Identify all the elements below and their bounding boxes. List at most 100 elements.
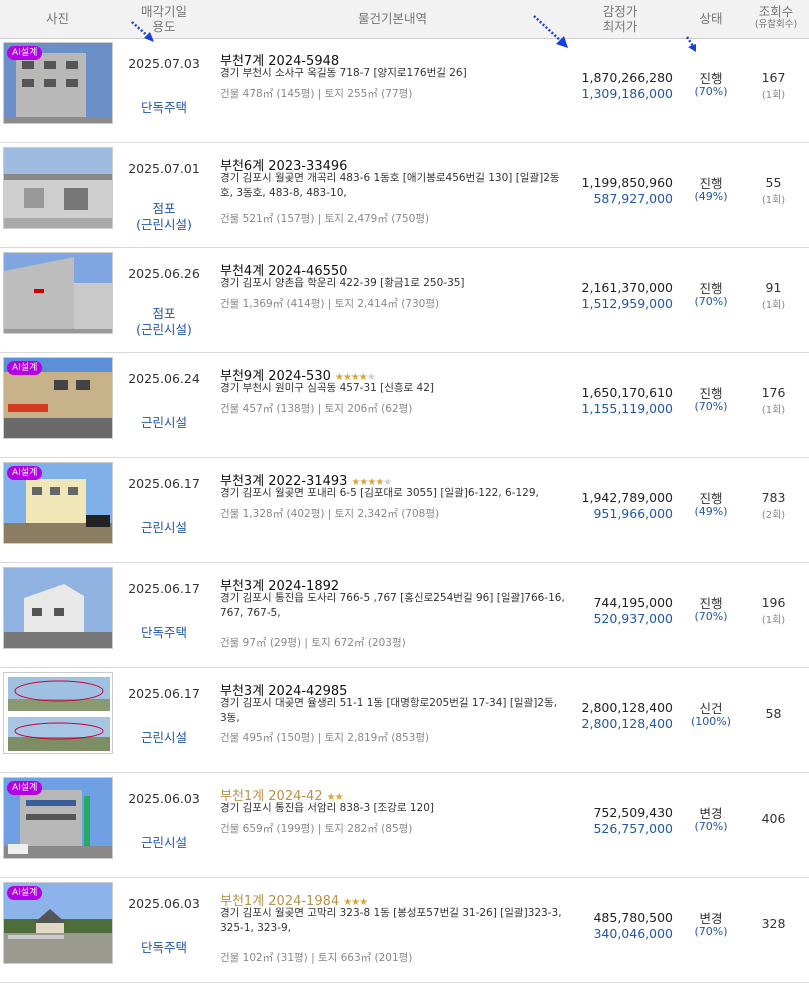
property-area: 건물 659㎡ (199평) | 토지 282㎡ (85평) <box>220 823 413 835</box>
minimum-price: 587,927,000 <box>593 191 673 206</box>
min-price-ratio: (100%) <box>690 715 732 728</box>
min-price-ratio: (49%) <box>694 505 728 518</box>
appraisal-price: 752,509,430 <box>593 805 673 820</box>
sale-date: 2025.06.24 <box>128 371 200 386</box>
property-photo[interactable] <box>3 672 113 754</box>
usage-label: 근린시설 <box>114 730 214 746</box>
view-count: 176 <box>761 385 786 400</box>
sale-date: 2025.07.01 <box>128 161 200 176</box>
usage-primary: 점포 <box>152 201 176 216</box>
ai-design-badge: AI설계 <box>7 46 43 60</box>
property-area: 건물 478㎡ (145평) | 토지 255㎡ (77평) <box>220 88 413 100</box>
sale-date: 2025.06.26 <box>128 266 200 281</box>
appraisal-price: 2,800,128,400 <box>581 700 673 715</box>
property-photo[interactable]: AI설계 <box>3 882 113 964</box>
sale-date: 2025.06.03 <box>128 791 200 806</box>
appraisal-price: 1,870,266,280 <box>581 70 673 85</box>
usage-label: 점포 (근린시설) <box>114 306 214 338</box>
sale-date: 2025.07.03 <box>128 56 200 71</box>
table-header: 사진 매각기일 용도 물건기본내역 감정가 최저가 상태 조회수 (유찰회수) <box>0 0 809 52</box>
minimum-price: 1,309,186,000 <box>581 86 673 101</box>
failed-bid-count: (1회) <box>761 195 786 206</box>
view-count: 91 <box>765 280 782 295</box>
table-row[interactable]: 2025.06.26 점포 (근린시설) 부천4계 2024-46550 경기 김포시 … <box>0 248 809 353</box>
property-address: 경기 김포시 통진읍 서암리 838-3 [조강로 120] <box>220 802 435 814</box>
header-price[interactable]: 감정가 최저가 <box>570 0 670 42</box>
property-photo[interactable] <box>3 567 113 649</box>
min-price-ratio: (70%) <box>694 85 728 98</box>
min-price-ratio: (70%) <box>694 925 728 938</box>
min-price-ratio: (70%) <box>694 295 728 308</box>
header-date-label: 매각기일 <box>140 4 187 19</box>
header-photo: 사진 <box>45 11 69 26</box>
appraisal-price: 2,161,370,000 <box>581 280 673 295</box>
property-area: 건물 521㎡ (157평) | 토지 2,479㎡ (750평) <box>220 213 430 225</box>
usage-label: 근린시설 <box>114 835 214 851</box>
minimum-price: 951,966,000 <box>593 506 673 521</box>
usage-primary: 단독주택 <box>140 100 187 115</box>
min-price-ratio: (70%) <box>694 820 728 833</box>
usage-label: 단독주택 <box>114 625 214 641</box>
usage-label: 단독주택 <box>114 100 214 116</box>
table-row[interactable]: AI설계 2025.07.03 단독주택 부천7계 2024-5948 경기 부천시 소… <box>0 38 809 143</box>
appraisal-price: 1,942,789,000 <box>581 490 673 505</box>
ai-design-badge: AI설계 <box>7 886 43 900</box>
property-address: 경기 김포시 월곶면 개곡리 483-6 1동호 [애기봉로456번길 130]… <box>220 172 560 199</box>
table-row[interactable]: AI설계 2025.06.03 단독주택 부천1계 2024-1984 ★★★ 경기 김포… <box>0 878 809 983</box>
table-row[interactable]: AI설계 2025.06.24 근린시설 부천9계 2024-530 ★★★★★ 경기 부… <box>0 353 809 458</box>
header-status[interactable]: 상태 <box>685 0 737 38</box>
table-row[interactable]: 2025.06.17 단독주택 부천3계 2024-1892 경기 김포시 통진읍 도… <box>0 563 809 668</box>
table-row[interactable]: AI설계 2025.06.03 근린시설 부천1계 2024-42 ★★ 경기 김포시 통… <box>0 773 809 878</box>
min-price-ratio: (70%) <box>694 610 728 623</box>
table-row[interactable]: 2025.07.01 점포 (근린시설) 부천6계 2023-33496 경기 김포시 … <box>0 143 809 248</box>
table-row[interactable]: AI설계 2025.06.17 근린시설 부천3계 2022-31493 ★★★★★ 경기… <box>0 458 809 563</box>
usage-secondary: (근린시설) <box>136 217 192 232</box>
header-bids-label: (유찰회수) <box>754 19 798 30</box>
sale-date: 2025.06.03 <box>128 896 200 911</box>
property-photo[interactable] <box>3 252 113 334</box>
view-count: 406 <box>761 811 786 826</box>
appraisal-price: 1,199,850,960 <box>581 175 673 190</box>
failed-bid-count: (2회) <box>761 510 786 521</box>
usage-secondary: (근린시설) <box>136 322 192 337</box>
usage-label: 근린시설 <box>114 415 214 431</box>
minimum-price: 1,512,959,000 <box>581 296 673 311</box>
header-views[interactable]: 조회수 (유찰회수) <box>746 0 806 42</box>
property-photo[interactable]: AI설계 <box>3 42 113 124</box>
failed-bid-count: (1회) <box>761 90 786 101</box>
failed-bid-count: (1회) <box>761 300 786 311</box>
ai-design-badge: AI설계 <box>7 361 43 375</box>
ai-design-badge: AI설계 <box>7 781 43 795</box>
table-row[interactable]: 2025.06.17 근린시설 부천3계 2024-42985 경기 김포시 대곶면 … <box>0 668 809 773</box>
usage-label: 점포 (근린시설) <box>114 201 214 233</box>
ai-design-badge: AI설계 <box>7 466 43 480</box>
sale-date: 2025.06.17 <box>128 581 200 596</box>
property-area: 건물 102㎡ (31평) | 토지 663㎡ (201평) <box>220 952 413 964</box>
header-basic: 물건기본내역 <box>357 11 427 26</box>
view-count: 196 <box>761 595 786 610</box>
min-price-ratio: (49%) <box>694 190 728 203</box>
property-address: 경기 김포시 대곶면 율생리 51-1 1동 [대명항로205번길 17-34]… <box>220 697 558 724</box>
usage-primary: 근린시설 <box>140 415 187 430</box>
property-address: 경기 김포시 양촌읍 학운리 422-39 [황금1로 250-35] <box>220 277 465 289</box>
view-count: 55 <box>765 175 782 190</box>
property-address: 경기 김포시 월곶면 포내리 6-5 [김포대로 3055] [일괄]6-122… <box>220 487 539 499</box>
view-count: 783 <box>761 490 786 505</box>
property-address: 경기 부천시 소사구 옥길동 718-7 [양지로176번길 26] <box>220 67 467 79</box>
header-date-usage[interactable]: 매각기일 용도 <box>114 0 214 42</box>
auction-list: AI설계 2025.07.03 단독주택 부천7계 2024-5948 경기 부천시 소… <box>0 38 809 983</box>
usage-primary: 단독주택 <box>140 940 187 955</box>
property-photo[interactable]: AI설계 <box>3 777 113 859</box>
property-photo[interactable]: AI설계 <box>3 357 113 439</box>
appraisal-price: 485,780,500 <box>593 910 673 925</box>
minimum-price: 1,155,119,000 <box>581 401 673 416</box>
property-area: 건물 457㎡ (138평) | 토지 206㎡ (62평) <box>220 403 413 415</box>
property-area: 건물 1,328㎡ (402평) | 토지 2,342㎡ (708평) <box>220 508 440 520</box>
view-count: 328 <box>761 916 786 931</box>
property-photo[interactable]: AI설계 <box>3 462 113 544</box>
failed-bid-count: (1회) <box>761 405 786 416</box>
property-photo[interactable] <box>3 147 113 229</box>
usage-label: 근린시설 <box>114 520 214 536</box>
minimum-price: 526,757,000 <box>593 821 673 836</box>
usage-primary: 근린시설 <box>140 835 187 850</box>
